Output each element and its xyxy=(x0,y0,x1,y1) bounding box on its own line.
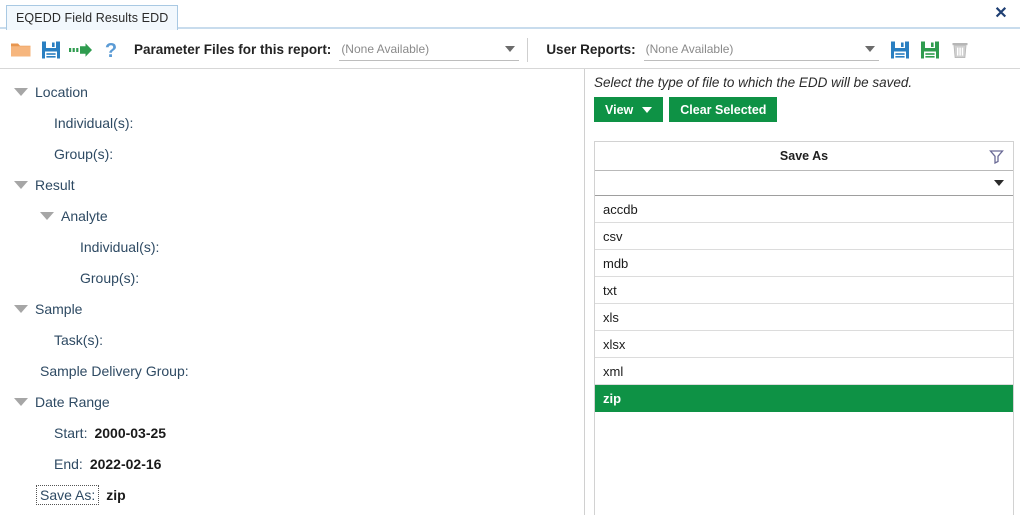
chevron-down-icon[interactable] xyxy=(14,87,28,96)
save-blue-icon[interactable] xyxy=(885,35,915,65)
body-area: Location Individual(s): Group(s): Result Ana… xyxy=(0,69,1020,515)
table-row[interactable]: csv xyxy=(595,223,1013,250)
folder-open-icon[interactable] xyxy=(6,35,36,65)
save-as-cell: xls xyxy=(603,309,619,325)
tree-node[interactable]: Group(s): xyxy=(0,138,584,169)
table-row[interactable]: txt xyxy=(595,277,1013,304)
clear-selected-button[interactable]: Clear Selected xyxy=(669,97,778,122)
tree-node-value: 2022-02-16 xyxy=(89,455,162,472)
toolbar-separator xyxy=(527,37,529,62)
table-row[interactable]: xlsx xyxy=(595,331,1013,358)
tree-node[interactable]: Sample xyxy=(0,293,584,324)
tree-node[interactable]: Individual(s): xyxy=(0,231,584,262)
tree-node[interactable]: Sample Delivery Group: xyxy=(0,355,584,386)
tree-node-label: Group(s): xyxy=(54,145,114,162)
chevron-down-icon xyxy=(642,106,653,113)
save-as-cell: zip xyxy=(603,390,622,406)
funnel-filter-icon[interactable] xyxy=(989,149,1004,169)
detail-button-row: View Clear Selected xyxy=(588,90,1020,122)
chevron-down-icon xyxy=(994,180,1004,186)
trash-icon[interactable] xyxy=(945,35,975,65)
parameter-files-value: (None Available) xyxy=(341,42,430,56)
tree-node[interactable]: Analyte xyxy=(0,200,584,231)
tab-eqedd-field-results-edd[interactable]: EQEDD Field Results EDD xyxy=(6,5,179,30)
clear-selected-label: Clear Selected xyxy=(680,102,767,117)
user-reports-select[interactable]: (None Available) xyxy=(643,39,879,61)
tree-node-label: Date Range xyxy=(35,393,110,410)
save-as-grid: Save As accdb csv mdb txt xls xlsx xml zip xyxy=(594,141,1014,515)
tree-node-label: Analyte xyxy=(61,207,108,224)
run-arrow-icon[interactable] xyxy=(66,35,96,65)
tree-node[interactable]: Start: 2000-03-25 xyxy=(0,417,584,448)
parameter-tree-pane: Location Individual(s): Group(s): Result Ana… xyxy=(0,69,584,515)
save-as-cell: xml xyxy=(603,363,624,379)
tree-node[interactable]: Save As: zip xyxy=(0,479,584,510)
tree-node-label: Save As: xyxy=(36,484,100,505)
tree-node-label: Individual(s): xyxy=(80,238,160,255)
tree-node[interactable]: Group(s): xyxy=(0,262,584,293)
tree-node[interactable]: Individual(s): xyxy=(0,107,584,138)
eqedd-report-window: EQEDD Field Results EDD ✕ ? Parameter Fi… xyxy=(0,0,1020,523)
table-row[interactable]: zip xyxy=(595,385,1013,412)
svg-text:?: ? xyxy=(105,40,117,61)
view-button-label: View xyxy=(605,102,634,117)
detail-hint: Select the type of file to which the EDD… xyxy=(594,75,913,90)
chevron-down-icon xyxy=(864,45,875,52)
table-row[interactable]: mdb xyxy=(595,250,1013,277)
tree-node-label: Start: xyxy=(54,424,88,441)
save-green-icon[interactable] xyxy=(915,35,945,65)
tree-node-value: zip xyxy=(106,486,126,503)
chevron-down-icon[interactable] xyxy=(40,211,54,220)
tree-node-label: Sample xyxy=(35,300,83,317)
detail-pane: Select the type of file to which the EDD… xyxy=(588,69,1020,515)
toolbar: ? Parameter Files for this report: (None… xyxy=(0,31,1020,69)
tree-node-label: Result xyxy=(35,176,75,193)
table-row[interactable]: xls xyxy=(595,304,1013,331)
chevron-down-icon[interactable] xyxy=(14,180,28,189)
tree-node[interactable]: Location xyxy=(0,76,584,107)
save-as-cell: csv xyxy=(603,228,623,244)
grid-column-header[interactable]: Save As xyxy=(595,142,1013,171)
tab-label: EQEDD Field Results EDD xyxy=(16,11,169,25)
tree-node-label: Sample Delivery Group: xyxy=(40,362,189,379)
save-as-cell: txt xyxy=(603,282,617,298)
tree-node-label: Location xyxy=(35,83,88,100)
parameter-files-select[interactable]: (None Available) xyxy=(339,39,520,61)
tree-node[interactable]: Result xyxy=(0,169,584,200)
close-icon[interactable]: ✕ xyxy=(990,3,1012,25)
chevron-down-icon xyxy=(505,45,516,52)
parameter-tree: Location Individual(s): Group(s): Result Ana… xyxy=(0,69,584,510)
save-as-cell: xlsx xyxy=(603,336,626,352)
tree-node-label: Group(s): xyxy=(80,269,140,286)
view-button[interactable]: View xyxy=(594,97,664,122)
tree-node[interactable]: End: 2022-02-16 xyxy=(0,448,584,479)
help-question-icon[interactable]: ? xyxy=(96,35,126,65)
tree-node-label: Individual(s): xyxy=(54,114,134,131)
tree-node-label: Task(s): xyxy=(54,331,103,348)
user-reports-label: User Reports: xyxy=(546,42,636,57)
tree-node-label: End: xyxy=(54,455,83,472)
table-row[interactable]: accdb xyxy=(595,196,1013,223)
parameter-files-label: Parameter Files for this report: xyxy=(134,42,332,57)
tree-node[interactable]: Date Range xyxy=(0,386,584,417)
column-header-label: Save As xyxy=(779,149,829,163)
user-reports-value: (None Available) xyxy=(645,42,734,56)
tab-strip: EQEDD Field Results EDD ✕ xyxy=(0,0,1020,30)
save-as-cell: mdb xyxy=(603,255,629,271)
tree-node-value: 2000-03-25 xyxy=(94,424,167,441)
grid-row-list: accdb csv mdb txt xls xlsx xml zip xyxy=(595,196,1013,412)
table-row[interactable]: xml xyxy=(595,358,1013,385)
save-as-cell: accdb xyxy=(603,201,638,217)
chevron-down-icon[interactable] xyxy=(14,304,28,313)
save-icon[interactable] xyxy=(36,35,66,65)
tree-node[interactable]: Task(s): xyxy=(0,324,584,355)
grid-filter-row[interactable] xyxy=(595,171,1013,196)
chevron-down-icon[interactable] xyxy=(14,397,28,406)
